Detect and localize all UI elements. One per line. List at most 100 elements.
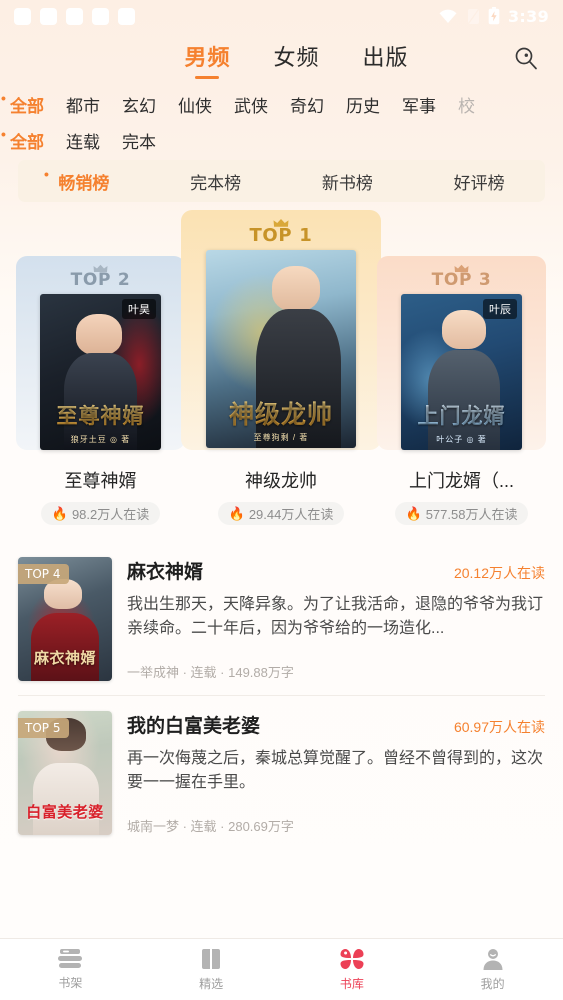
genre-filter-fantasy[interactable]: 玄幻 bbox=[122, 92, 156, 117]
podium-readers-pill-3: 🔥 577.58万人在读 bbox=[394, 502, 529, 525]
notification-placeholder-icon bbox=[118, 7, 135, 25]
genre-filter-wuxia[interactable]: 武侠 bbox=[234, 92, 268, 117]
status-filter-all[interactable]: 全部 bbox=[1, 126, 44, 153]
nav-label-bookshelf: 书架 bbox=[58, 976, 83, 990]
app-screen: 3:39 男频 女频 出版 全部 都市 玄幻 仙侠 武侠 奇幻 历史 军事 校 … bbox=[0, 0, 563, 1000]
cover-figure-head bbox=[76, 314, 123, 355]
bottom-navigation-bar: 书架 精选 书库 我的 bbox=[0, 938, 563, 1000]
book-open-icon bbox=[202, 949, 221, 969]
genre-filter-urban[interactable]: 都市 bbox=[66, 92, 100, 117]
book-cover-rank2[interactable]: 叶昊 至尊神婿 狼牙土豆 ◎ 著 bbox=[40, 294, 161, 450]
battery-charging-icon bbox=[488, 7, 500, 25]
cover-figure-head bbox=[272, 265, 320, 312]
book-meta-5: 城南一梦 · 连载 · 280.69万字 bbox=[127, 819, 294, 834]
notification-placeholder-icon bbox=[40, 7, 57, 25]
tab-publication[interactable]: 出版 bbox=[363, 40, 409, 79]
book-cover-rank4[interactable]: TOP 4 麻衣神婿 bbox=[18, 557, 112, 681]
status-bar: 3:39 bbox=[0, 0, 563, 32]
podium-readers-text-1: 29.44万人在读 bbox=[248, 507, 334, 522]
rank-tab-top-rated[interactable]: 好评榜 bbox=[413, 169, 545, 194]
book-cover-rank1[interactable]: 神级龙帅 至尊狗剩 / 著 bbox=[206, 250, 356, 448]
cover-title-4: 麻衣神婿 bbox=[33, 650, 96, 668]
podium-readers-pill-1: 🔥 29.44万人在读 bbox=[217, 502, 345, 525]
podium-book-title-2[interactable]: 至尊神婿 bbox=[65, 467, 137, 493]
bookshelf-icon bbox=[58, 949, 83, 968]
notification-placeholder-icon bbox=[14, 7, 31, 25]
notification-placeholder-icon bbox=[92, 7, 109, 25]
podium-meta-rank1: 神级龙帅 🔥 29.44万人在读 bbox=[181, 456, 381, 525]
podium-rank-header-3: TOP 3 bbox=[432, 256, 492, 290]
user-icon bbox=[483, 949, 503, 970]
podium-meta-rank3: 上门龙婿（... 🔥 577.58万人在读 bbox=[377, 456, 546, 525]
list-item-body: 麻衣神婿 20.12万人在读 我出生那天，天降异象。为了让我活命，退隐的爷爷为我… bbox=[127, 557, 545, 681]
status-filter-completed[interactable]: 完本 bbox=[122, 128, 156, 153]
tab-female-channel[interactable]: 女频 bbox=[273, 40, 319, 79]
rank-tab-completed[interactable]: 完本榜 bbox=[150, 169, 282, 194]
book-title-5[interactable]: 我的白富美老婆 bbox=[127, 711, 260, 738]
podium-book-title-1[interactable]: 神级龙帅 bbox=[245, 467, 317, 493]
cover-title-1: 神级龙帅 bbox=[206, 395, 356, 431]
clock: 3:39 bbox=[508, 6, 549, 26]
genre-filter-all[interactable]: 全部 bbox=[1, 90, 44, 117]
channel-tabs: 男频 女频 出版 bbox=[154, 40, 408, 79]
genre-filter-xianxia[interactable]: 仙侠 bbox=[178, 92, 212, 117]
podium-readers-pill-2: 🔥 98.2万人在读 bbox=[40, 502, 161, 525]
nav-item-featured[interactable]: 精选 bbox=[141, 947, 282, 992]
rank-badge-4: TOP 4 bbox=[18, 564, 70, 584]
rank-tab-bar: 畅销榜 完本榜 新书榜 好评榜 bbox=[18, 160, 545, 202]
search-button[interactable] bbox=[511, 44, 541, 74]
podium-card-rank3[interactable]: TOP 3 叶辰 上门龙婿 叶公子 ◎ 著 bbox=[377, 256, 546, 450]
podium-readers-text-3: 577.58万人在读 bbox=[425, 507, 518, 522]
genre-filter-history[interactable]: 历史 bbox=[346, 92, 380, 117]
nav-label-featured: 精选 bbox=[199, 977, 224, 991]
top-three-podium: TOP 2 叶昊 至尊神婿 狼牙土豆 ◎ 著 TOP 1 神级龙帅 至尊狗剩 /… bbox=[0, 206, 563, 541]
nav-item-library[interactable]: 书库 bbox=[282, 947, 423, 992]
tab-male-channel[interactable]: 男频 bbox=[184, 40, 230, 79]
podium-rank-header-2: TOP 2 bbox=[71, 256, 131, 290]
cover-figure-body bbox=[33, 763, 99, 835]
genre-filter-military[interactable]: 军事 bbox=[402, 92, 436, 117]
nav-item-profile[interactable]: 我的 bbox=[422, 947, 563, 992]
list-item-body: 我的白富美老婆 60.97万人在读 再一次侮蔑之后，秦城总算觉醒了。曾经不曾得到… bbox=[127, 711, 545, 835]
podium-book-title-3[interactable]: 上门龙婿（... bbox=[409, 467, 514, 493]
rank-tab-new[interactable]: 新书榜 bbox=[282, 169, 414, 194]
library-clover-icon bbox=[340, 949, 364, 969]
cover-author-3: 叶公子 ◎ 著 bbox=[436, 435, 487, 444]
podium-meta-rank2: 至尊神婿 🔥 98.2万人在读 bbox=[16, 456, 185, 525]
cover-author-1: 至尊狗剩 / 著 bbox=[253, 433, 309, 442]
status-filter-row[interactable]: 全部 连载 完本 bbox=[0, 122, 563, 158]
podium-rank-header-1: TOP 1 bbox=[249, 210, 312, 246]
podium-rank-label-2: TOP 2 bbox=[70, 270, 131, 290]
nav-item-bookshelf[interactable]: 书架 bbox=[0, 948, 141, 991]
book-meta-4: 一举成神 · 连载 · 149.88万字 bbox=[127, 665, 294, 680]
flame-icon: 🔥 bbox=[51, 505, 68, 521]
podium-rank-label-1: TOP 1 bbox=[249, 225, 313, 246]
cover-author-2: 狼牙土豆 ◎ 著 bbox=[70, 435, 131, 444]
podium-card-rank1[interactable]: TOP 1 神级龙帅 至尊狗剩 / 著 bbox=[181, 210, 381, 450]
cover-title-5: 白富美老婆 bbox=[26, 804, 104, 822]
genre-filter-qihuan[interactable]: 奇幻 bbox=[290, 92, 324, 117]
podium-rank-label-3: TOP 3 bbox=[431, 270, 492, 290]
nav-label-library: 书库 bbox=[339, 977, 364, 991]
rank-tab-bestseller[interactable]: 畅销榜 bbox=[18, 166, 150, 194]
rank-tab-bar-wrapper: 畅销榜 完本榜 新书榜 好评榜 bbox=[0, 158, 563, 206]
book-rank-list: TOP 4 麻衣神婿 麻衣神婿 20.12万人在读 我出生那天，天降异象。为了让… bbox=[0, 541, 563, 938]
book-title-4[interactable]: 麻衣神婿 bbox=[127, 557, 203, 584]
list-item[interactable]: TOP 4 麻衣神婿 麻衣神婿 20.12万人在读 我出生那天，天降异象。为了让… bbox=[18, 541, 545, 695]
nav-label-profile: 我的 bbox=[480, 977, 505, 991]
genre-filter-row[interactable]: 全部 都市 玄幻 仙侠 武侠 奇幻 历史 军事 校 bbox=[0, 86, 563, 122]
book-cover-rank5[interactable]: TOP 5 白富美老婆 bbox=[18, 711, 112, 835]
book-cover-rank3[interactable]: 叶辰 上门龙婿 叶公子 ◎ 著 bbox=[401, 294, 522, 450]
flame-icon: 🔥 bbox=[405, 505, 422, 521]
signal-icon bbox=[467, 8, 480, 24]
genre-filter-campus-partial[interactable]: 校 bbox=[458, 92, 475, 117]
cover-title-3: 上门龙婿 bbox=[401, 400, 522, 430]
status-filter-serializing[interactable]: 连载 bbox=[66, 128, 100, 153]
list-item-header: 麻衣神婿 20.12万人在读 bbox=[127, 557, 545, 584]
cover-figure-head bbox=[442, 309, 486, 349]
podium-card-rank2[interactable]: TOP 2 叶昊 至尊神婿 狼牙土豆 ◎ 著 bbox=[16, 256, 185, 450]
readers-count-4: 20.12万人在读 bbox=[453, 565, 545, 581]
book-description-4: 我出生那天，天降异象。为了让我活命，退隐的爷爷为我订亲续命。二十年后，因为爷爷给… bbox=[127, 596, 544, 637]
list-item[interactable]: TOP 5 白富美老婆 我的白富美老婆 60.97万人在读 再一次侮蔑之后，秦城… bbox=[18, 695, 545, 849]
search-icon bbox=[515, 47, 537, 70]
